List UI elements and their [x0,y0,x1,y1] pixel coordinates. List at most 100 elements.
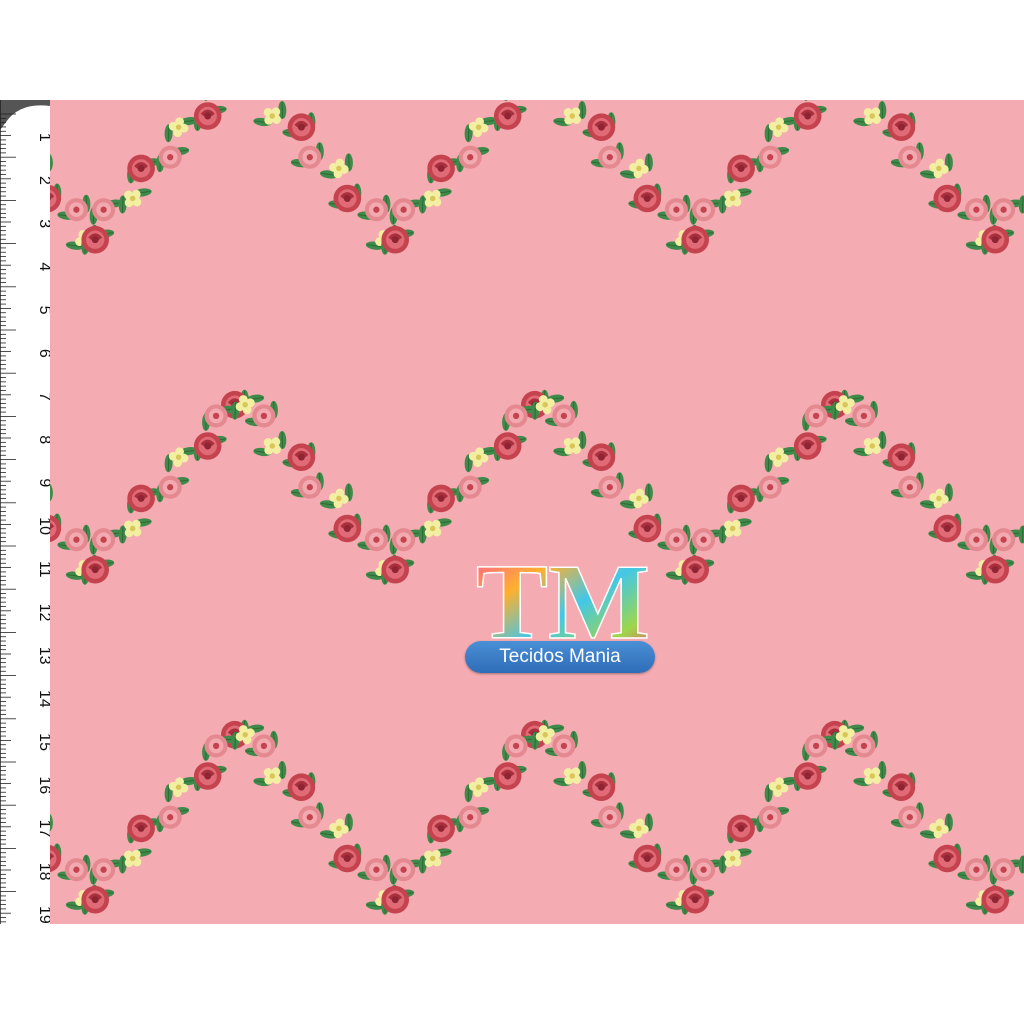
ruler-label: 5 [36,306,50,315]
rose-motif [587,113,616,141]
rose-pale-motif [598,145,622,169]
rose-motif [193,762,222,790]
rose-motif [381,555,409,584]
ruler-label: 6 [36,349,50,358]
rose-pale-motif [64,528,88,552]
rose-motif [681,555,709,584]
rose-pale-motif [364,198,388,222]
fabric-background [50,100,1024,924]
fabric-print-area: TM Tecidos Mania [50,100,1024,924]
rose-pale-motif [852,734,876,758]
ruler-label: 15 [36,733,50,751]
rose-motif [887,773,916,801]
rose-pale-motif [692,858,716,882]
rose-pale-motif [992,198,1016,222]
rose-motif [333,844,362,873]
rose-pale-motif [964,198,988,222]
rose-motif [681,225,709,254]
rose-motif [887,443,916,471]
rose-pale-motif [458,145,482,169]
rose-pale-motif [504,404,528,428]
rose-pale-motif [898,475,922,499]
ruler-label: 7 [36,392,50,401]
rose-pale-motif [392,198,416,222]
rose-motif [493,102,522,130]
brand-name: Tecidos Mania [499,646,621,667]
rose-pale-motif [458,805,482,829]
ruler-label: 16 [36,776,50,794]
rose-motif [427,484,455,513]
rose-motif [287,443,316,471]
rose-motif [933,184,962,213]
rose-motif [493,762,522,790]
rose-motif [633,844,662,873]
rose-pale-motif [664,528,688,552]
floral-lattice-pattern [50,100,1024,924]
rose-pale-motif [804,404,828,428]
rose-pale-motif [664,198,688,222]
rose-motif [633,514,662,543]
rose-pale-motif [598,805,622,829]
rose-motif [127,154,155,183]
ruler-label: 13 [36,647,50,665]
brand-logo: TM Tecidos Mania [463,543,663,678]
rose-pale-motif [364,528,388,552]
rose-motif [381,225,409,254]
rose-motif [127,814,155,843]
rose-motif [793,102,822,130]
measuring-ruler: 12345678910111213141516171819 [0,100,50,924]
rose-pale-motif [504,734,528,758]
ruler-label: 19 [36,906,50,924]
rose-motif [727,814,755,843]
rose-pale-motif [92,198,116,222]
ruler-label: 3 [36,219,50,228]
ruler-label: 10 [36,517,50,535]
rose-pale-motif [298,475,322,499]
rose-pale-motif [664,858,688,882]
rose-pale-motif [552,404,576,428]
rose-motif [381,885,409,914]
ruler-label: 14 [36,690,50,708]
rose-pale-motif [598,475,622,499]
rose-motif [681,885,709,914]
rose-pale-motif [852,404,876,428]
rose-motif [193,432,222,460]
rose-motif [887,113,916,141]
rose-motif [727,484,755,513]
rose-pale-motif [298,805,322,829]
rose-pale-motif [158,805,182,829]
rose-motif [287,773,316,801]
rose-motif [81,885,109,914]
rose-motif [287,113,316,141]
rose-motif [427,154,455,183]
rose-pale-motif [898,805,922,829]
rose-pale-motif [458,475,482,499]
rose-pale-motif [158,145,182,169]
rose-pale-motif [204,734,228,758]
rose-motif [793,432,822,460]
rose-pale-motif [92,528,116,552]
ruler-label: 12 [36,604,50,622]
rose-pale-motif [758,805,782,829]
rose-motif [587,443,616,471]
rose-pale-motif [692,528,716,552]
rose-motif [981,225,1009,254]
rose-motif [127,484,155,513]
ruler-label: 8 [36,435,50,444]
rose-motif [193,102,222,130]
rose-pale-motif [392,858,416,882]
rose-pale-motif [964,858,988,882]
rose-pale-motif [992,528,1016,552]
rose-motif [587,773,616,801]
rose-motif [793,762,822,790]
ruler-label: 9 [36,478,50,487]
rose-motif [981,885,1009,914]
rose-motif [333,514,362,543]
rose-pale-motif [204,404,228,428]
rose-pale-motif [692,198,716,222]
rose-pale-motif [92,858,116,882]
rose-pale-motif [552,734,576,758]
ruler-icon: 12345678910111213141516171819 [0,100,50,924]
brand-pill: Tecidos Mania [465,641,655,673]
rose-pale-motif [158,475,182,499]
